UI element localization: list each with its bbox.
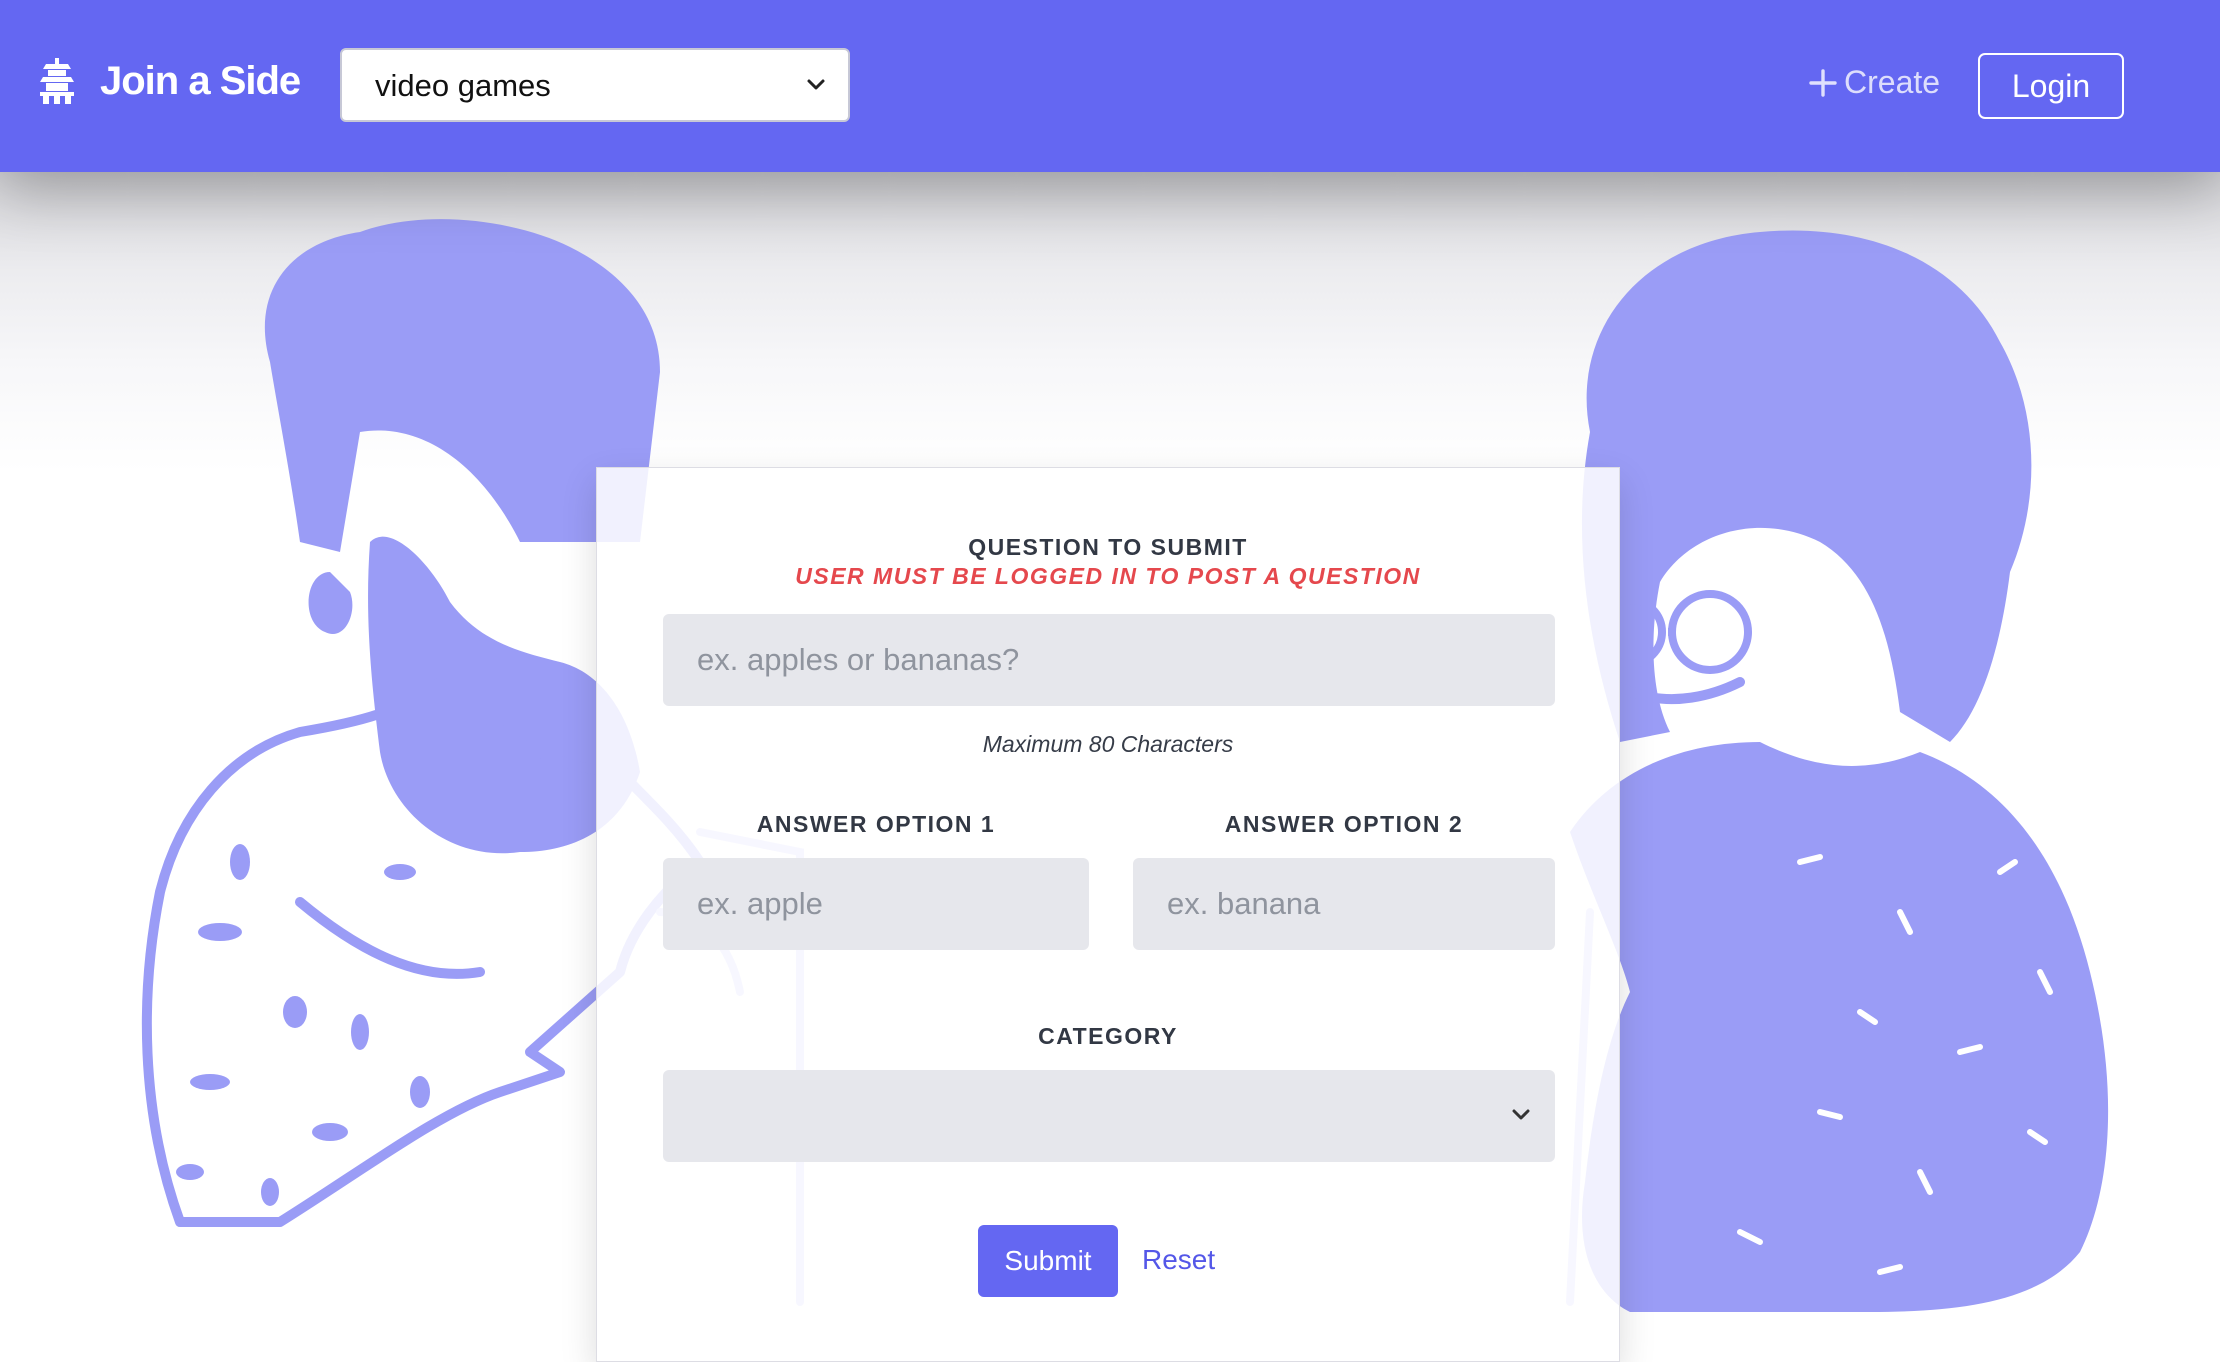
pagoda-icon: [40, 58, 74, 104]
option1-label: ANSWER OPTION 1: [756, 811, 996, 837]
option1-input[interactable]: ex. apple: [663, 858, 1089, 950]
login-button[interactable]: Login: [1978, 53, 2124, 119]
option2-input[interactable]: ex. banana: [1133, 858, 1555, 950]
top-navbar: Join a Side video games Create Login: [0, 0, 2220, 172]
category-filter-select[interactable]: video games: [340, 48, 850, 122]
brand-title: Join a Side: [100, 58, 301, 103]
question-label: QUESTION TO SUBMIT: [968, 534, 1248, 560]
category-select[interactable]: [663, 1070, 1555, 1162]
submit-question-form: QUESTION TO SUBMIT USER MUST BE LOGGED I…: [596, 467, 1620, 1362]
chevron-down-icon: [1512, 1109, 1530, 1120]
reset-link[interactable]: Reset: [1142, 1244, 1215, 1276]
plus-icon: [1809, 68, 1837, 97]
brand[interactable]: Join a Side: [40, 58, 301, 104]
create-link[interactable]: Create: [1808, 64, 1940, 101]
submit-button[interactable]: Submit: [978, 1225, 1118, 1297]
option2-label: ANSWER OPTION 2: [1224, 811, 1464, 837]
category-filter-value: video games: [375, 68, 551, 103]
hero-section: QUESTION TO SUBMIT USER MUST BE LOGGED I…: [0, 172, 2220, 1362]
character-limit-hint: Maximum 80 Characters: [982, 731, 1234, 757]
category-label: CATEGORY: [1038, 1023, 1178, 1049]
question-input[interactable]: ex. apples or bananas?: [663, 614, 1555, 706]
chevron-down-icon: [807, 79, 825, 90]
login-warning: USER MUST BE LOGGED IN TO POST A QUESTIO…: [795, 563, 1421, 589]
create-label: Create: [1844, 64, 1941, 100]
